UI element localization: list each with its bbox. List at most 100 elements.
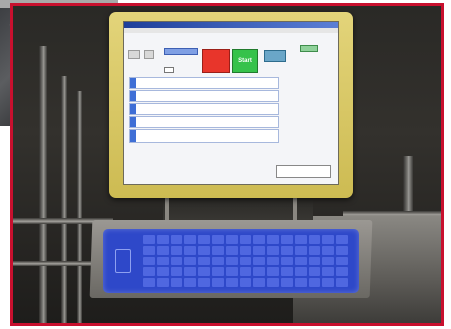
keyboard-key[interactable]: [156, 267, 169, 277]
instruction-step[interactable]: [129, 90, 279, 102]
keyboard-key[interactable]: [336, 267, 348, 277]
keyboard-key[interactable]: [170, 256, 183, 266]
keyboard-key[interactable]: [212, 278, 224, 287]
keyboard-key[interactable]: [156, 278, 169, 287]
number-field[interactable]: [164, 67, 174, 73]
keyboard-key[interactable]: [281, 235, 293, 244]
keyboard-key[interactable]: [308, 278, 321, 287]
keyboard-key[interactable]: [308, 256, 321, 266]
keyboard-key[interactable]: [198, 256, 210, 266]
keyboard-key[interactable]: [294, 278, 307, 287]
keyboard-key[interactable]: [198, 245, 210, 255]
keyboard-key[interactable]: [336, 235, 348, 244]
keyboard-key[interactable]: [239, 235, 252, 244]
keyboard-key[interactable]: [253, 235, 266, 244]
keyboard-key[interactable]: [267, 235, 279, 244]
keyboard-keys[interactable]: [143, 235, 348, 287]
instruction-step[interactable]: [129, 116, 279, 128]
secondary-green-button[interactable]: [300, 45, 318, 52]
teal-button[interactable]: [264, 50, 286, 62]
start-button[interactable]: Start: [232, 49, 258, 73]
keyboard-key[interactable]: [322, 256, 335, 266]
keyboard-key[interactable]: [239, 278, 252, 287]
keyboard-key[interactable]: [198, 278, 210, 287]
keyboard-key[interactable]: [198, 235, 210, 244]
keyboard-key[interactable]: [156, 245, 169, 255]
keyboard-key[interactable]: [170, 278, 183, 287]
keyboard-key[interactable]: [294, 267, 307, 277]
keyboard-key[interactable]: [239, 267, 252, 277]
keyboard-key[interactable]: [184, 245, 197, 255]
keyboard-key[interactable]: [212, 256, 224, 266]
keyboard-key[interactable]: [156, 256, 169, 266]
keyboard-key[interactable]: [170, 267, 183, 277]
keyboard-key[interactable]: [143, 278, 155, 287]
step-marker: [130, 91, 136, 101]
keyboard-key[interactable]: [143, 235, 155, 244]
keyboard-key[interactable]: [322, 245, 335, 255]
alert-button[interactable]: [202, 49, 230, 73]
keyboard-key[interactable]: [308, 235, 321, 244]
keyboard-key[interactable]: [253, 267, 266, 277]
keyboard-key[interactable]: [170, 235, 183, 244]
keyboard-key[interactable]: [225, 267, 238, 277]
silicone-keyboard[interactable]: [103, 229, 359, 293]
blue-button[interactable]: [164, 48, 198, 55]
keyboard-logo-icon: [115, 249, 131, 273]
keyboard-key[interactable]: [225, 245, 238, 255]
keyboard-key[interactable]: [225, 256, 238, 266]
keyboard-key[interactable]: [294, 245, 307, 255]
touchscreen-monitor: Start: [109, 12, 353, 198]
keyboard-key[interactable]: [184, 267, 197, 277]
keyboard-key[interactable]: [225, 235, 238, 244]
keyboard-key[interactable]: [294, 256, 307, 266]
keyboard-key[interactable]: [170, 245, 183, 255]
keyboard-key[interactable]: [239, 256, 252, 266]
keyboard-key[interactable]: [212, 245, 224, 255]
keyboard-key[interactable]: [198, 267, 210, 277]
keyboard-key[interactable]: [253, 278, 266, 287]
keyboard-key[interactable]: [143, 267, 155, 277]
vertical-pipe-left: [39, 46, 47, 323]
keyboard-key[interactable]: [294, 235, 307, 244]
small-button-2[interactable]: [144, 50, 154, 59]
instruction-step[interactable]: [129, 129, 279, 143]
keyboard-key[interactable]: [184, 256, 197, 266]
keyboard-key[interactable]: [281, 245, 293, 255]
keyboard-key[interactable]: [156, 235, 169, 244]
keyboard-key[interactable]: [143, 245, 155, 255]
keyboard-key[interactable]: [143, 256, 155, 266]
small-button-1[interactable]: [128, 50, 140, 59]
keyboard-key[interactable]: [322, 267, 335, 277]
keyboard-key[interactable]: [267, 278, 279, 287]
status-panel: [276, 165, 331, 178]
keyboard-key[interactable]: [281, 278, 293, 287]
keyboard-key[interactable]: [267, 267, 279, 277]
keyboard-key[interactable]: [267, 245, 279, 255]
keyboard-key[interactable]: [322, 278, 335, 287]
keyboard-key[interactable]: [336, 278, 348, 287]
horizontal-rail-left-2: [13, 261, 103, 266]
step-marker: [130, 130, 136, 142]
keyboard-key[interactable]: [225, 278, 238, 287]
keyboard-key[interactable]: [184, 278, 197, 287]
instruction-step[interactable]: [129, 103, 279, 115]
vertical-pipe-left-3: [77, 91, 82, 323]
keyboard-key[interactable]: [336, 256, 348, 266]
keyboard-key[interactable]: [308, 245, 321, 255]
step-marker: [130, 104, 136, 114]
keyboard-key[interactable]: [308, 267, 321, 277]
keyboard-key[interactable]: [322, 235, 335, 244]
keyboard-key[interactable]: [239, 245, 252, 255]
keyboard-key[interactable]: [281, 267, 293, 277]
keyboard-key[interactable]: [281, 256, 293, 266]
keyboard-key[interactable]: [184, 235, 197, 244]
keyboard-key[interactable]: [253, 245, 266, 255]
keyboard-key[interactable]: [212, 235, 224, 244]
keyboard-key[interactable]: [212, 267, 224, 277]
keyboard-key[interactable]: [253, 256, 266, 266]
keyboard-key[interactable]: [336, 245, 348, 255]
menu-bar: [124, 28, 338, 33]
keyboard-key[interactable]: [267, 256, 279, 266]
instruction-step[interactable]: [129, 77, 279, 89]
